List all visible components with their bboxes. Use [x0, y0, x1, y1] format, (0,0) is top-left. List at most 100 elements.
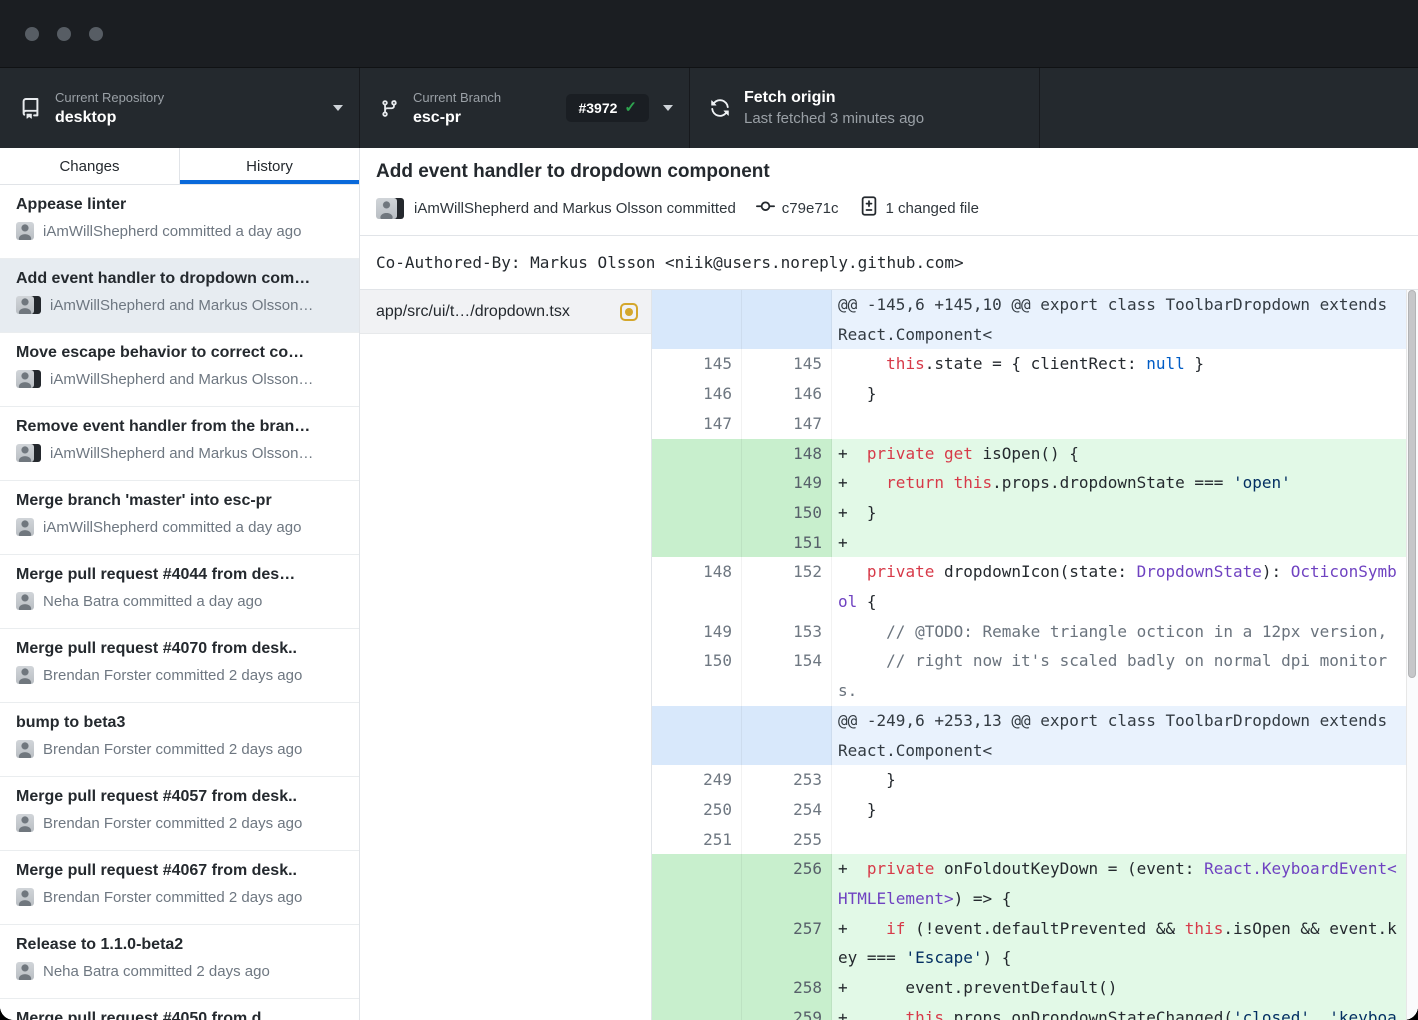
diff-line-content: + }	[832, 498, 1418, 528]
diff-old-line-number: 145	[652, 349, 742, 379]
commit-list-item[interactable]: Add event handler to dropdown com…iAmWil…	[0, 259, 359, 333]
commit-item-meta: iAmWillShepherd committed a day ago	[16, 222, 343, 240]
diff-row[interactable]: 151+	[652, 528, 1418, 558]
commit-item-title: Merge pull request #4044 from des…	[16, 566, 343, 584]
diff-line-content: + private get isOpen() {	[832, 439, 1418, 469]
traffic-light-minimize-button[interactable]	[57, 27, 71, 41]
diff-row[interactable]: 147147	[652, 409, 1418, 439]
avatar-image	[16, 296, 34, 314]
commit-list-item[interactable]: Merge pull request #4067 from desk..Bren…	[0, 851, 359, 925]
commit-item-meta: iAmWillShepherd and Markus Olsson…	[16, 444, 343, 462]
commit-author-line: iAmWillShepherd and Markus Olsson commit…	[414, 200, 736, 217]
diff-row[interactable]: 150+ }	[652, 498, 1418, 528]
commit-list-item[interactable]: Appease linteriAmWillShepherd committed …	[0, 185, 359, 259]
diff-row[interactable]: 145145 this.state = { clientRect: null }	[652, 349, 1418, 379]
branch-label: Current Branch	[413, 90, 501, 105]
diff-row[interactable]: 257+ if (!event.defaultPrevented && this…	[652, 914, 1418, 973]
diff-row[interactable]: 256+ private onFoldoutKeyDown = (event: …	[652, 854, 1418, 913]
commit-list-item[interactable]: Merge pull request #4070 from desk..Bren…	[0, 629, 359, 703]
diff-hunk-header: @@ -249,6 +253,13 @@ export class Toolba…	[832, 706, 1418, 765]
diff-row[interactable]: 258+ event.preventDefault()	[652, 973, 1418, 1003]
diff-old-line-number	[652, 914, 742, 973]
file-list-item[interactable]: app/src/ui/t…/dropdown.tsx	[360, 290, 651, 334]
diff-old-line-number: 249	[652, 765, 742, 795]
app-window: Current Repository desktop Current Branc…	[0, 0, 1418, 1020]
diff-new-line-number: 256	[742, 854, 832, 913]
commit-list-item[interactable]: Release to 1.1.0-beta2Neha Batra committ…	[0, 925, 359, 999]
diff-new-line-number	[742, 290, 832, 349]
diff-old-line-number	[652, 854, 742, 913]
branch-dropdown-button[interactable]: Current Branch esc-pr #3972 ✓	[360, 68, 690, 148]
commit-item-meta-text: iAmWillShepherd committed a day ago	[43, 519, 301, 536]
diff-new-line-number	[742, 706, 832, 765]
diff-row[interactable]: 148152 private dropdownIcon(state: Dropd…	[652, 557, 1418, 616]
chevron-down-icon	[333, 105, 343, 111]
diff-old-line-number	[652, 973, 742, 1003]
commit-item-meta: Brendan Forster committed 2 days ago	[16, 740, 343, 758]
diff-new-line-number: 145	[742, 349, 832, 379]
diff-row[interactable]: 251255	[652, 825, 1418, 855]
sidebar-tabs: ChangesHistory	[0, 148, 359, 185]
diff-new-line-number: 253	[742, 765, 832, 795]
diff-row[interactable]: 149+ return this.props.dropdownState ===…	[652, 468, 1418, 498]
git-commit-icon	[756, 197, 775, 220]
commit-item-meta-text: Brendan Forster committed 2 days ago	[43, 741, 302, 758]
commit-list-item[interactable]: Merge pull request #4050 from d…	[0, 999, 359, 1020]
diff-line-content: }	[832, 795, 1418, 825]
diff-row[interactable]: 259+ this.props.onDropdownStateChanged('…	[652, 1003, 1418, 1020]
diff-new-line-number: 152	[742, 557, 832, 616]
diff-line-content: // right now it's scaled badly on normal…	[832, 646, 1418, 705]
fetch-title: Fetch origin	[744, 88, 924, 107]
diff-new-line-number: 255	[742, 825, 832, 855]
commit-list-item[interactable]: Move escape behavior to correct co…iAmWi…	[0, 333, 359, 407]
fetch-origin-button[interactable]: Fetch origin Last fetched 3 minutes ago	[690, 68, 1040, 148]
diff-line-content: }	[832, 379, 1418, 409]
diff-row[interactable]: @@ -145,6 +145,10 @@ export class Toolba…	[652, 290, 1418, 349]
diff-row[interactable]: 148+ private get isOpen() {	[652, 439, 1418, 469]
diff-row[interactable]: 149153 // @TODO: Remake triangle octicon…	[652, 617, 1418, 647]
commit-list-item[interactable]: Merge branch 'master' into esc-priAmWill…	[0, 481, 359, 555]
pr-number: #3972	[578, 100, 617, 116]
commit-list-item[interactable]: Merge pull request #4044 from des…Neha B…	[0, 555, 359, 629]
avatar-image	[16, 740, 34, 758]
diff-new-line-number: 154	[742, 646, 832, 705]
commit-item-meta-text: iAmWillShepherd and Markus Olsson…	[50, 445, 313, 462]
traffic-light-close-button[interactable]	[25, 27, 39, 41]
avatar-image	[16, 444, 34, 462]
commit-header: Add event handler to dropdown component …	[360, 148, 1418, 236]
diff-row[interactable]: 250254 }	[652, 795, 1418, 825]
diff-old-line-number: 250	[652, 795, 742, 825]
traffic-light-zoom-button[interactable]	[89, 27, 103, 41]
commit-item-meta: iAmWillShepherd committed a day ago	[16, 518, 343, 536]
commit-item-title: Move escape behavior to correct co…	[16, 344, 343, 362]
diff-new-line-number: 257	[742, 914, 832, 973]
diff-new-line-number: 254	[742, 795, 832, 825]
tab-changes[interactable]: Changes	[0, 148, 179, 184]
diff-line-content: + if (!event.defaultPrevented && this.is…	[832, 914, 1418, 973]
diff-row[interactable]: @@ -249,6 +253,13 @@ export class Toolba…	[652, 706, 1418, 765]
sync-icon	[710, 98, 730, 118]
diff-row[interactable]: 146146 }	[652, 379, 1418, 409]
diff-old-line-number	[652, 439, 742, 469]
avatar	[16, 370, 41, 388]
avatar-image	[16, 814, 34, 832]
commit-list-item[interactable]: Merge pull request #4057 from desk..Bren…	[0, 777, 359, 851]
diff-row[interactable]: 150154 // right now it's scaled badly on…	[652, 646, 1418, 705]
diff-scrollbar-thumb[interactable]	[1408, 290, 1416, 678]
commit-list-item[interactable]: bump to beta3Brendan Forster committed 2…	[0, 703, 359, 777]
tab-history[interactable]: History	[179, 148, 359, 184]
branch-name: esc-pr	[413, 108, 501, 127]
diff-old-line-number: 146	[652, 379, 742, 409]
avatar	[16, 962, 34, 980]
check-icon: ✓	[624, 101, 637, 115]
diff-scrollbar[interactable]	[1406, 290, 1418, 1020]
diff-new-line-number: 259	[742, 1003, 832, 1020]
diff-row[interactable]: 249253 }	[652, 765, 1418, 795]
commit-item-meta-text: iAmWillShepherd committed a day ago	[43, 223, 301, 240]
commit-list-item[interactable]: Remove event handler from the bran…iAmWi…	[0, 407, 359, 481]
commit-item-meta: Brendan Forster committed 2 days ago	[16, 888, 343, 906]
repository-dropdown-button[interactable]: Current Repository desktop	[0, 68, 360, 148]
commit-list: Appease linteriAmWillShepherd committed …	[0, 185, 359, 1020]
avatar	[16, 592, 34, 610]
diff-old-line-number	[652, 1003, 742, 1020]
